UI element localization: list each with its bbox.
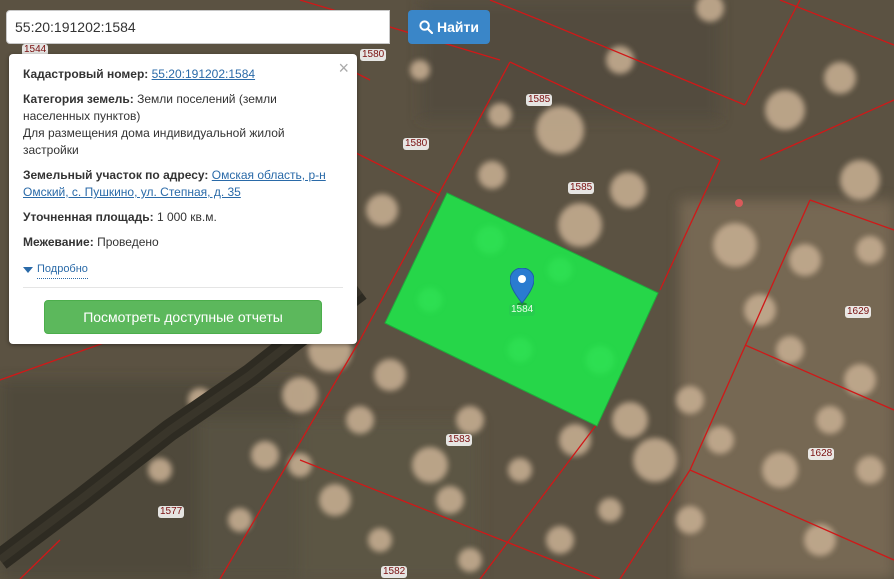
usage-value: Для размещения дома индивидуальной жилой…	[23, 126, 285, 157]
parcel-label-1580: 1580	[403, 138, 430, 150]
cadastral-row: Кадастровый номер: 55:20:191202:1584	[23, 66, 343, 83]
category-row: Категория земель: Земли поселений (земли…	[23, 91, 343, 159]
close-icon[interactable]: ×	[338, 58, 349, 78]
details-label: Подробно	[37, 261, 88, 279]
search-button-label: Найти	[437, 19, 479, 35]
map-point[interactable]	[735, 199, 743, 207]
details-toggle[interactable]: Подробно	[23, 261, 88, 279]
parcel-label-1580-top: 1580	[360, 49, 387, 61]
cadastral-link[interactable]: 55:20:191202:1584	[152, 67, 255, 81]
area-label: Уточненная площадь:	[23, 210, 154, 224]
address-label: Земельный участок по адресу:	[23, 168, 209, 182]
parcel-label-1585-top: 1585	[526, 94, 553, 106]
cadastral-label: Кадастровый номер:	[23, 67, 149, 81]
survey-label: Межевание:	[23, 235, 94, 249]
area-row: Уточненная площадь: 1 000 кв.м.	[23, 209, 343, 226]
parcel-label-1628: 1628	[808, 448, 835, 460]
search-icon	[419, 20, 434, 34]
parcel-info-popup: × Кадастровый номер: 55:20:191202:1584 К…	[9, 54, 357, 344]
parcel-label-1577: 1577	[158, 506, 185, 518]
map-marker-icon[interactable]	[510, 268, 534, 306]
parcel-label-1585: 1585	[568, 182, 595, 194]
popup-divider	[23, 287, 343, 288]
search-input[interactable]	[6, 10, 390, 44]
view-reports-button[interactable]: Посмотреть доступные отчеты	[44, 300, 322, 334]
area-value: 1 000 кв.м.	[156, 210, 217, 224]
survey-value: Проведено	[97, 235, 159, 249]
search-button[interactable]: Найти	[408, 10, 490, 44]
parcel-label-1582: 1582	[381, 566, 408, 578]
map-viewport[interactable]: 1544 1580 1585 1580 1585 1584 1629 1583 …	[0, 0, 894, 579]
category-label: Категория земель:	[23, 92, 134, 106]
address-row: Земельный участок по адресу: Омская обла…	[23, 167, 343, 201]
parcel-label-1629: 1629	[845, 306, 872, 318]
survey-row: Межевание: Проведено	[23, 234, 343, 251]
caret-down-icon	[23, 267, 33, 273]
parcel-label-1583: 1583	[446, 434, 473, 446]
